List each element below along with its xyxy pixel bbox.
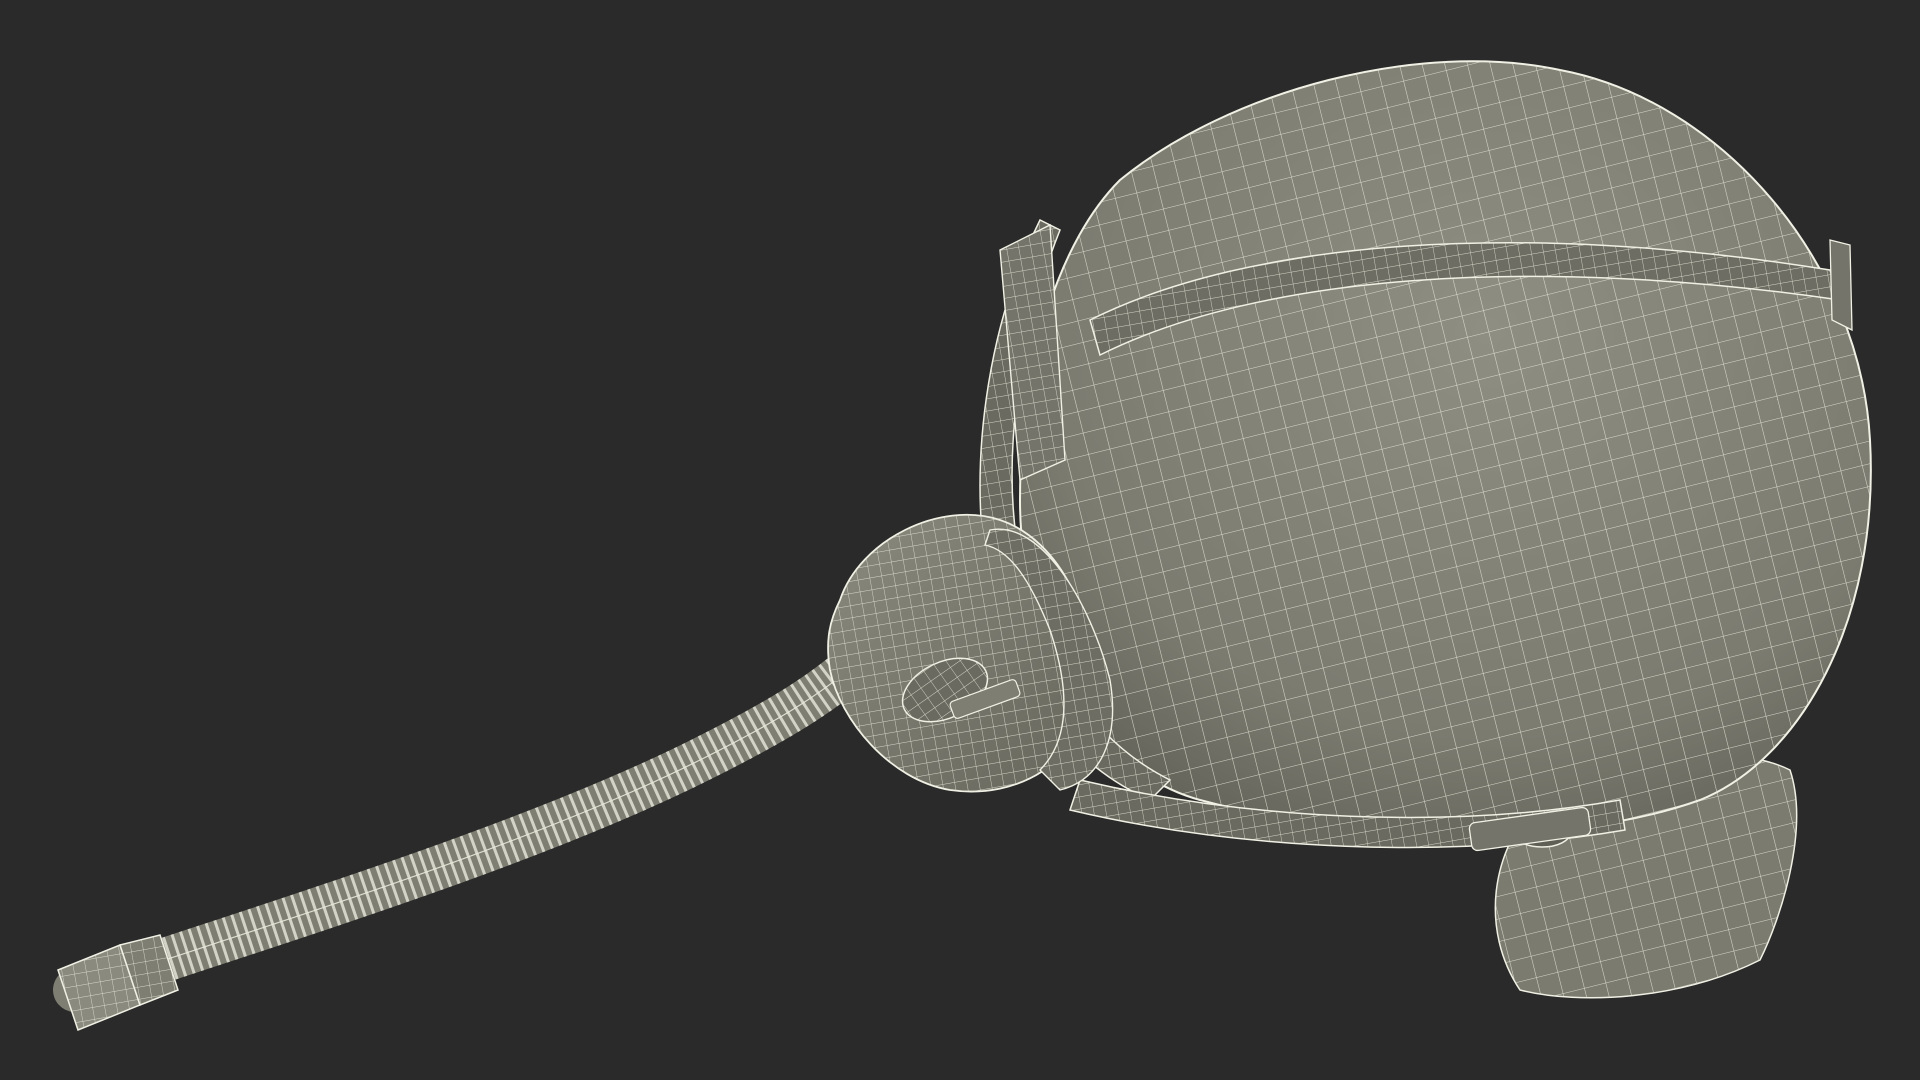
render-viewport[interactable] bbox=[0, 0, 1920, 1080]
helmet-shell bbox=[1018, 60, 1872, 835]
hose-connector bbox=[57, 934, 179, 1031]
oxygen-hose bbox=[53, 628, 892, 1012]
wireframe-render bbox=[53, 60, 1872, 1031]
